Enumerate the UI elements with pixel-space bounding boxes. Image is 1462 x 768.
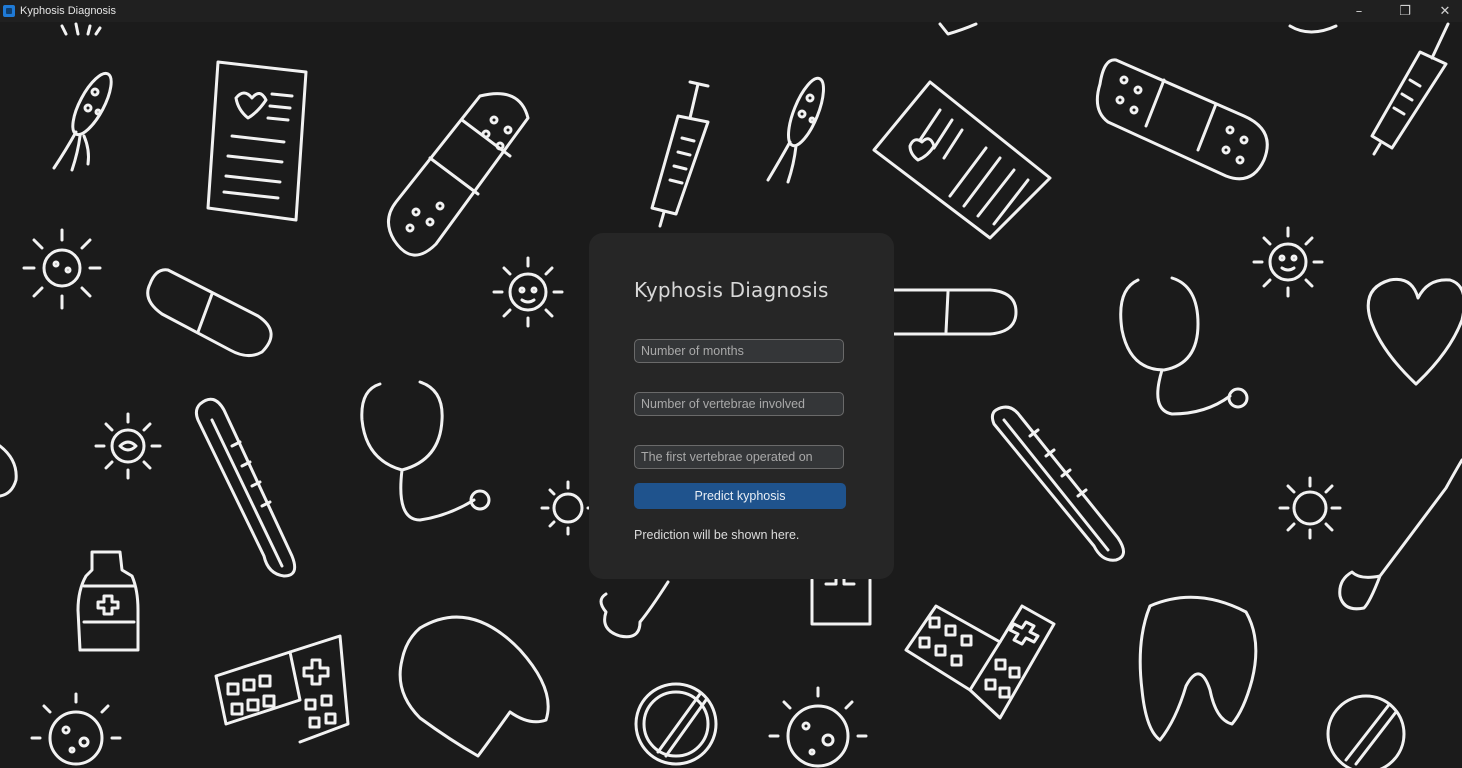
- heart-icon: [1366, 277, 1462, 386]
- syringe-icon: [1370, 22, 1450, 156]
- hospital-icon: [214, 634, 350, 744]
- stethoscope-icon: [1119, 276, 1249, 416]
- pill-icon: [892, 288, 1018, 336]
- hospital-icon: [904, 604, 1056, 720]
- medicine-bottle-icon: [810, 574, 872, 626]
- heart-icon: [1288, 24, 1338, 34]
- bandage-icon: [387, 92, 530, 257]
- pill-icon: [146, 268, 273, 357]
- thermometer-icon: [990, 405, 1125, 562]
- bone-icon: [0, 444, 18, 498]
- predict-kyphosis-button[interactable]: Predict kyphosis: [634, 483, 846, 509]
- pill-icon: [634, 682, 718, 766]
- virus-icon: [540, 480, 594, 536]
- virus-icon: [94, 412, 162, 480]
- minimize-button[interactable]: –: [1336, 0, 1382, 22]
- bacteria-icon: [766, 76, 825, 184]
- restore-button[interactable]: ❐: [1382, 0, 1428, 22]
- app-icon: [3, 5, 15, 17]
- document-heart-icon: [872, 80, 1052, 240]
- tooth-icon: [1138, 595, 1258, 742]
- bandage-icon: [938, 22, 978, 36]
- prediction-result-label: Prediction will be shown here.: [634, 528, 800, 542]
- diagnosis-form-card: Kyphosis Diagnosis Predict kyphosis Pred…: [589, 233, 894, 579]
- virus-icon: [768, 686, 868, 768]
- first-vertebra-input[interactable]: [634, 445, 844, 469]
- thermometer-icon: [194, 397, 297, 578]
- document-heart-icon: [206, 60, 308, 222]
- virus-icon: [22, 228, 102, 310]
- app-window: Kyphosis Diagnosis – ❐ ✕ Kyphosis Diagno…: [0, 0, 1462, 768]
- close-button[interactable]: ✕: [1428, 0, 1462, 22]
- virus-icon: [492, 256, 564, 328]
- virus-icon: [30, 692, 122, 766]
- window-controls: – ❐ ✕: [1336, 0, 1462, 22]
- bacteria-icon: [52, 71, 113, 172]
- virus-icon: [1278, 476, 1342, 540]
- virus-icon: [1252, 226, 1324, 298]
- months-input[interactable]: [634, 339, 844, 363]
- pill-icon: [1326, 694, 1406, 768]
- title-bar: Kyphosis Diagnosis – ❐ ✕: [0, 0, 1462, 22]
- medicine-bottle-icon: [76, 550, 140, 652]
- vertebrae-count-input[interactable]: [634, 392, 844, 416]
- virus-icon: [60, 22, 102, 36]
- bone-icon: [1338, 458, 1462, 611]
- syringe-icon: [650, 80, 710, 228]
- form-title: Kyphosis Diagnosis: [634, 278, 829, 302]
- window-title: Kyphosis Diagnosis: [20, 5, 116, 17]
- bone-icon: [599, 580, 670, 639]
- tooth-icon: [398, 615, 550, 758]
- stethoscope-icon: [360, 380, 491, 522]
- bandage-icon: [1095, 58, 1269, 181]
